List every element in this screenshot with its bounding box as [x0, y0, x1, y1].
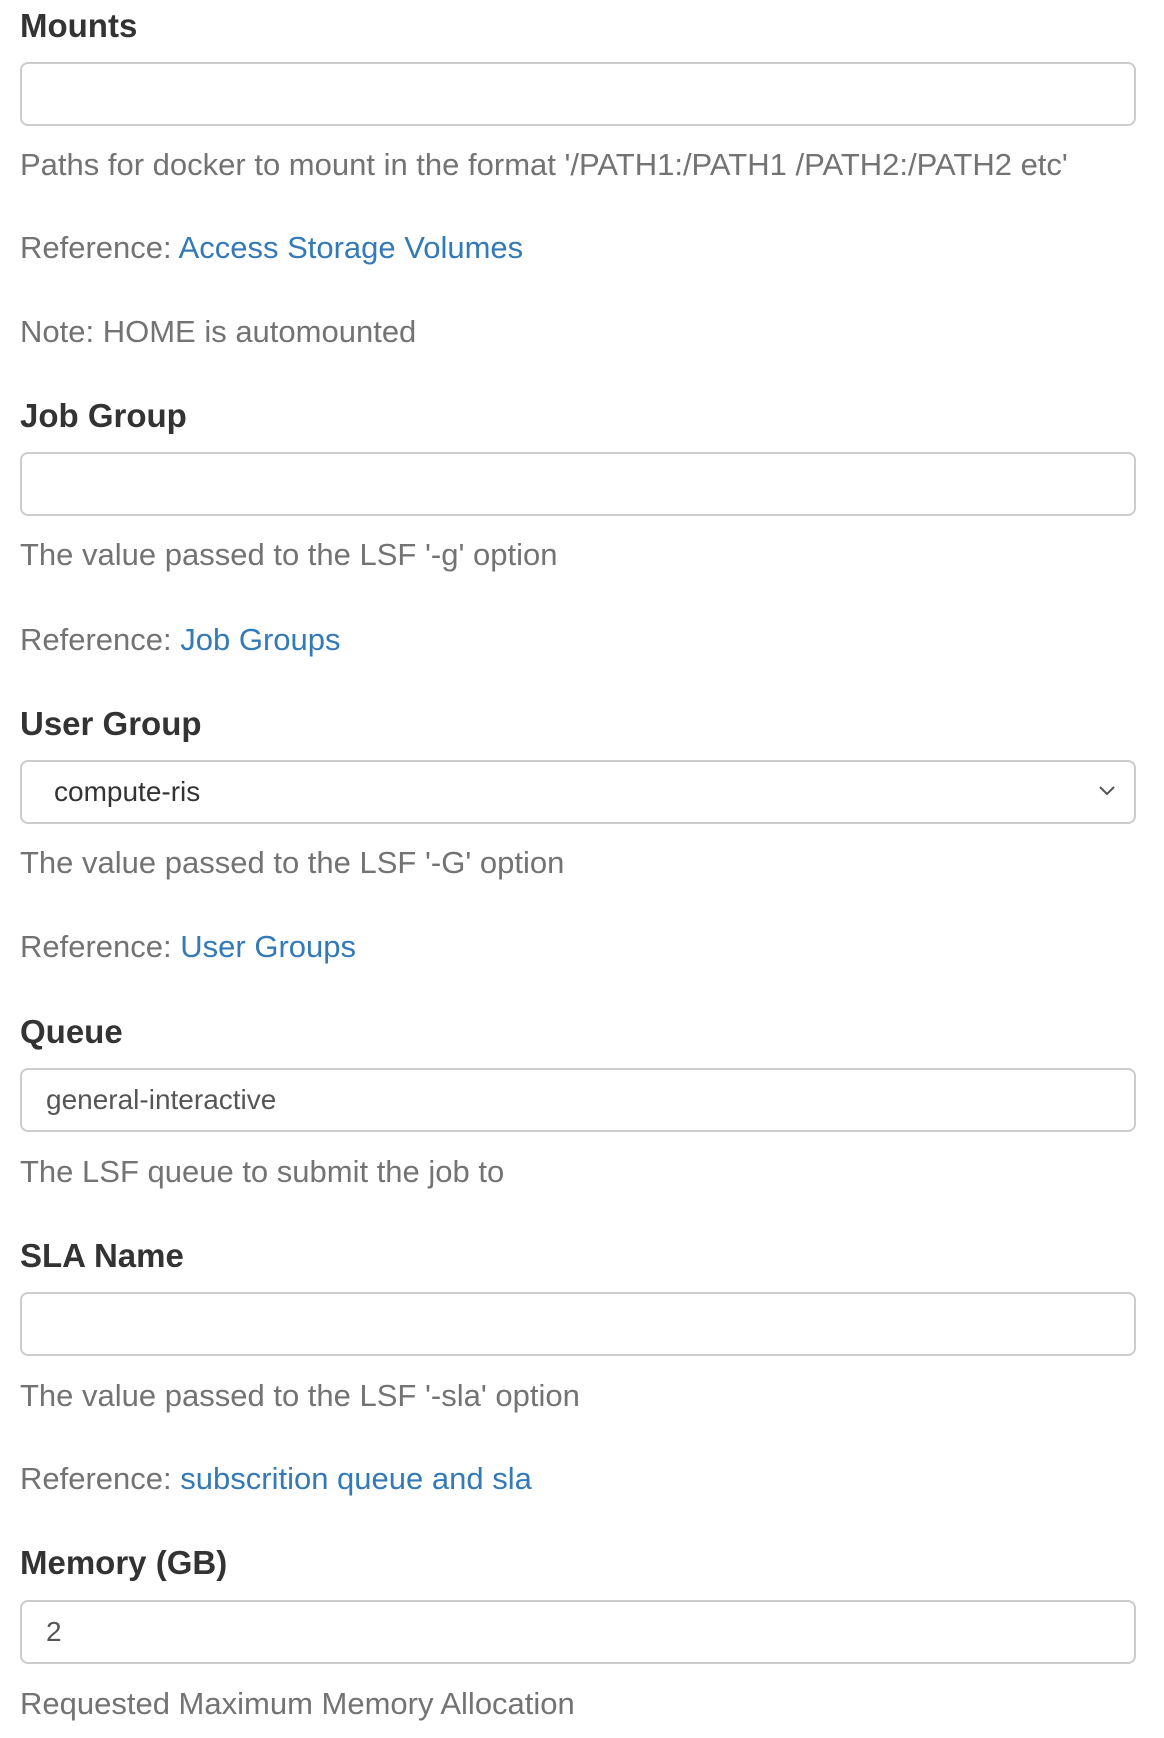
subscription-queue-and-sla-link[interactable]: subscrition queue and sla — [180, 1461, 532, 1496]
user-groups-link[interactable]: User Groups — [180, 929, 356, 964]
sla-name-input[interactable] — [20, 1292, 1136, 1356]
mounts-help: Paths for docker to mount in the format … — [20, 147, 1068, 182]
access-storage-volumes-link[interactable]: Access Storage Volumes — [179, 230, 524, 265]
job-group-reference: Reference: Job Groups — [20, 621, 341, 659]
memory-input[interactable] — [20, 1600, 1136, 1664]
user-group-reference: Reference: User Groups — [20, 928, 356, 966]
mounts-label: Mounts — [20, 7, 138, 44]
user-group-reference-prefix: Reference: — [20, 929, 181, 964]
memory-label: Memory (GB) — [20, 1544, 228, 1581]
sla-name-reference: Reference: subscrition queue and sla — [20, 1460, 532, 1498]
mounts-reference-prefix: Reference: — [20, 230, 179, 265]
sla-name-reference-prefix: Reference: — [20, 1461, 181, 1496]
job-group-reference-prefix: Reference: — [20, 622, 181, 657]
queue-help: The LSF queue to submit the job to — [20, 1154, 505, 1189]
user-group-select[interactable]: compute-ris — [20, 760, 1136, 824]
queue-input[interactable] — [20, 1068, 1136, 1132]
sla-name-label: SLA Name — [20, 1237, 184, 1274]
job-group-help: The value passed to the LSF '-g' option — [20, 537, 558, 572]
user-group-label: User Group — [20, 705, 202, 742]
sla-name-help: The value passed to the LSF '-sla' optio… — [20, 1378, 580, 1413]
user-group-selected-value: compute-ris — [54, 776, 201, 807]
mounts-reference: Reference: Access Storage Volumes — [20, 229, 523, 267]
mounts-input[interactable] — [20, 62, 1136, 126]
memory-help: Requested Maximum Memory Allocation — [20, 1686, 575, 1721]
queue-label: Queue — [20, 1013, 123, 1050]
job-group-input[interactable] — [20, 452, 1136, 516]
user-group-help: The value passed to the LSF '-G' option — [20, 845, 565, 880]
job-group-label: Job Group — [20, 397, 187, 434]
mounts-note: Note: HOME is automounted — [20, 314, 417, 349]
job-groups-link[interactable]: Job Groups — [180, 622, 340, 657]
chevron-down-icon — [1099, 786, 1115, 796]
